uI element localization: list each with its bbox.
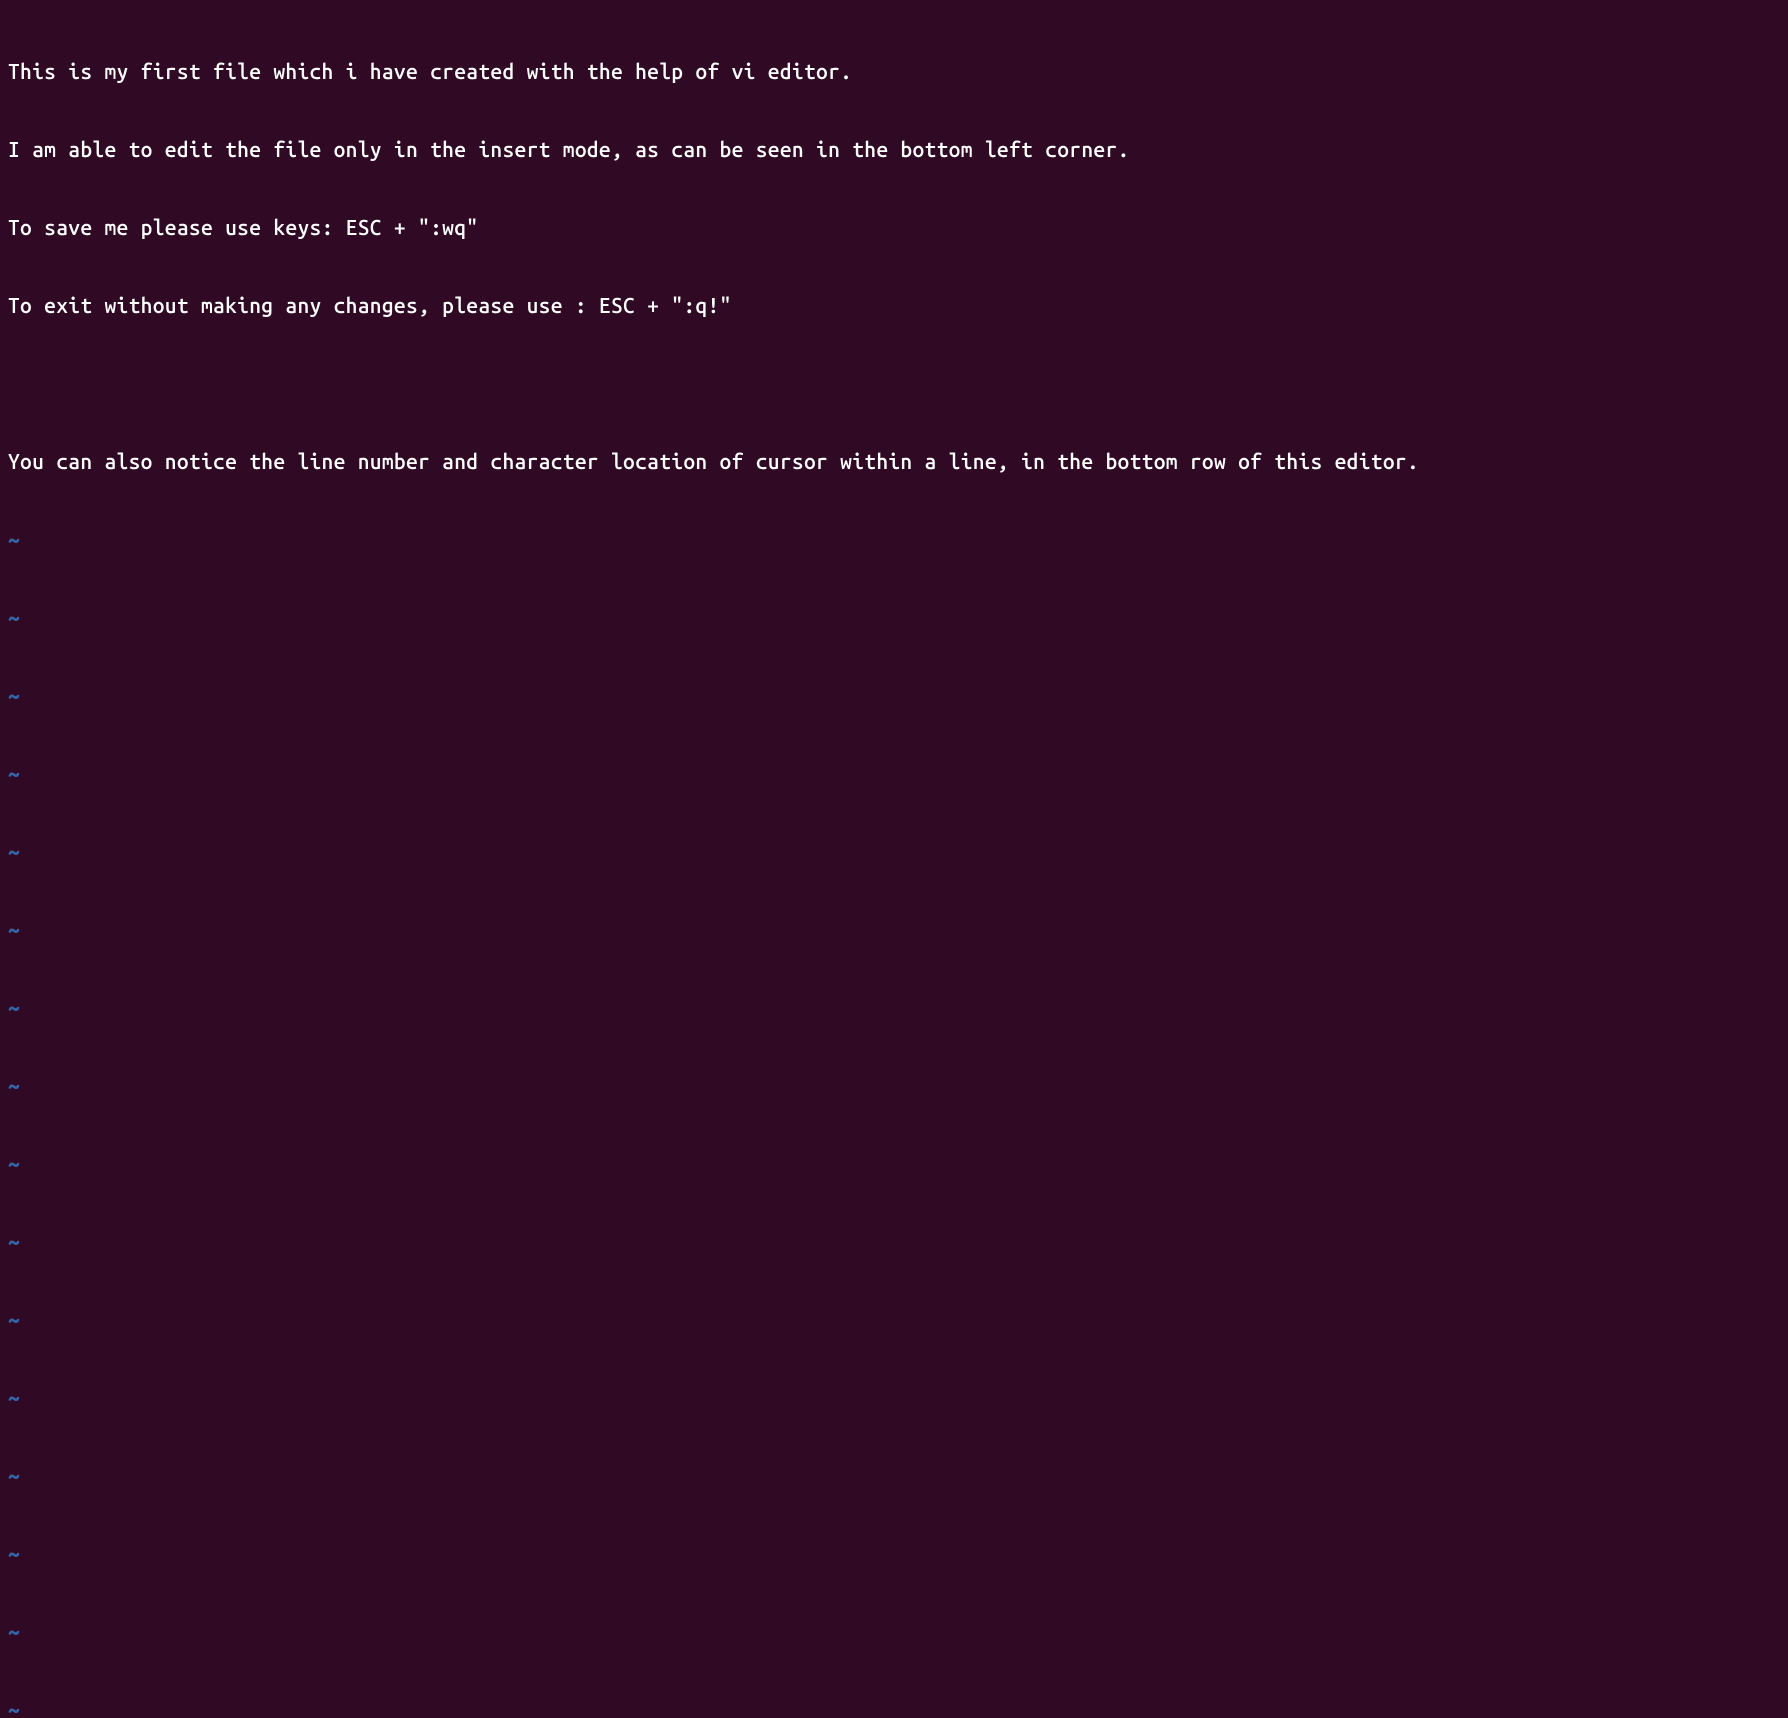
file-content-line — [8, 370, 1780, 396]
empty-line-marker: ~ — [8, 1618, 1780, 1644]
empty-line-marker: ~ — [8, 1384, 1780, 1410]
file-content-line: To save me please use keys: ESC + ":wq" — [8, 214, 1780, 240]
empty-line-marker: ~ — [8, 916, 1780, 942]
file-content-line: I am able to edit the file only in the i… — [8, 136, 1780, 162]
empty-line-marker: ~ — [8, 1150, 1780, 1176]
empty-line-marker: ~ — [8, 526, 1780, 552]
file-content-line: To exit without making any changes, plea… — [8, 292, 1780, 318]
empty-line-marker: ~ — [8, 838, 1780, 864]
empty-line-marker: ~ — [8, 682, 1780, 708]
empty-line-marker: ~ — [8, 604, 1780, 630]
empty-line-marker: ~ — [8, 1072, 1780, 1098]
empty-line-marker: ~ — [8, 1306, 1780, 1332]
vi-editor-buffer[interactable]: This is my first file which i have creat… — [8, 6, 1780, 1718]
empty-line-marker: ~ — [8, 994, 1780, 1020]
file-content-line: This is my first file which i have creat… — [8, 58, 1780, 84]
empty-line-marker: ~ — [8, 760, 1780, 786]
file-content-line: You can also notice the line number and … — [8, 448, 1780, 474]
empty-line-marker: ~ — [8, 1696, 1780, 1718]
empty-line-marker: ~ — [8, 1462, 1780, 1488]
empty-line-marker: ~ — [8, 1228, 1780, 1254]
empty-line-marker: ~ — [8, 1540, 1780, 1566]
